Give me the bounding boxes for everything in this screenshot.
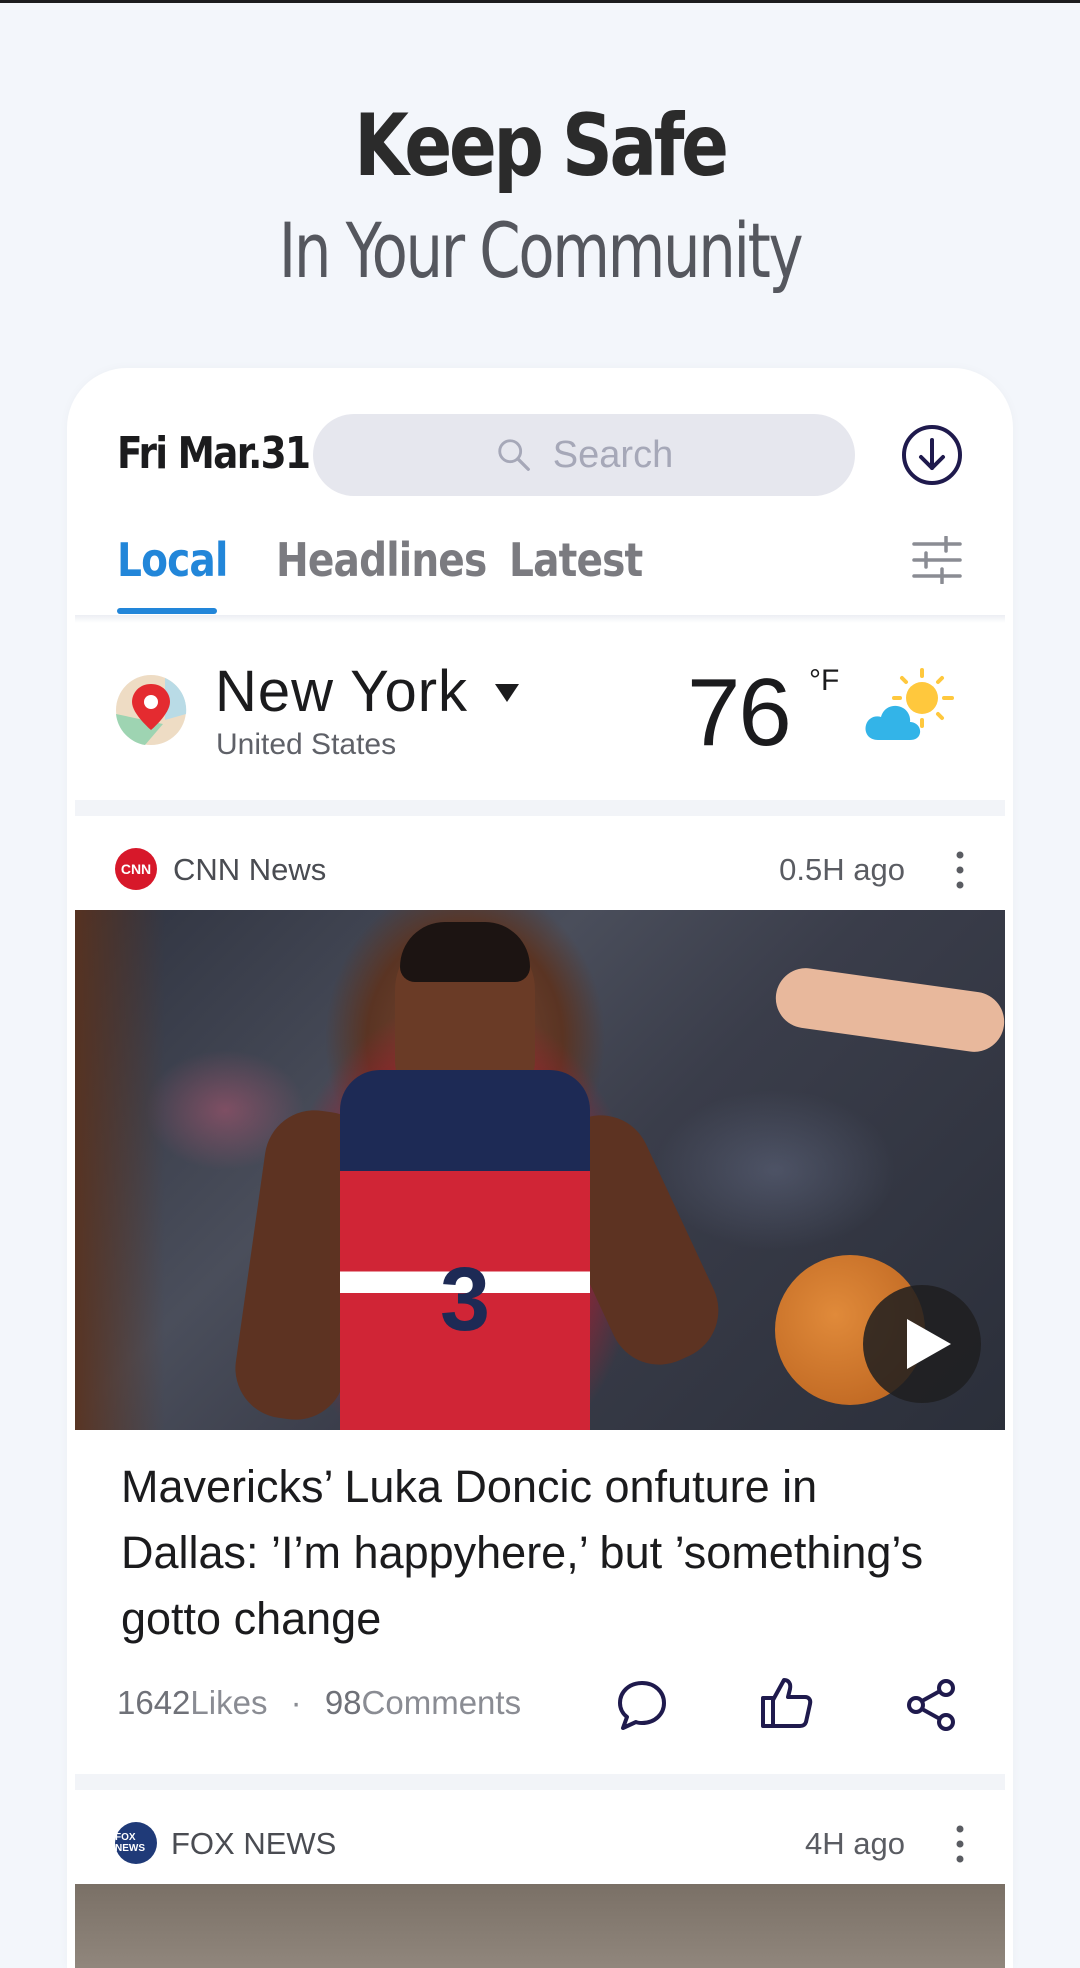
more-options-icon[interactable]	[955, 850, 965, 890]
filter-settings-icon[interactable]	[912, 536, 962, 584]
tab-latest[interactable]: Latest	[509, 533, 643, 587]
like-thumbs-up-icon[interactable]	[760, 1676, 814, 1730]
stats-separator: ·	[290, 1684, 302, 1721]
search-icon	[498, 439, 530, 471]
app-screen-card: Fri Mar.31 Search Local Headlines Latest…	[67, 368, 1013, 1968]
fox-news-logo-icon: FOX NEWS	[115, 1822, 157, 1864]
city-name[interactable]: New York	[215, 658, 468, 725]
search-bar[interactable]: Search	[313, 414, 855, 496]
news-source-name[interactable]: FOX NEWS	[171, 1826, 336, 1862]
comments-count: 98	[324, 1684, 362, 1721]
promo-title: Keep Safe	[354, 96, 729, 196]
city-dropdown-arrow-icon[interactable]	[495, 684, 519, 702]
left-player-arm	[75, 910, 165, 1430]
jersey-number: 3	[439, 1250, 491, 1350]
download-icon[interactable]	[901, 424, 963, 486]
news-source-name[interactable]: CNN News	[173, 852, 326, 888]
news-time-ago: 4H ago	[805, 1826, 905, 1861]
tab-bar: Local Headlines Latest	[117, 533, 967, 613]
location-map-pin-icon[interactable]	[115, 674, 187, 746]
country-name: United States	[216, 728, 397, 761]
news-headline[interactable]: Mavericks’ Luka Doncic onfuture in Dalla…	[121, 1454, 961, 1652]
share-icon[interactable]	[904, 1678, 958, 1732]
tab-local[interactable]: Local	[117, 533, 228, 587]
tab-headlines[interactable]: Headlines	[276, 533, 487, 587]
comment-icon[interactable]	[615, 1678, 669, 1732]
cnn-logo-icon: CNN	[115, 848, 157, 890]
more-options-icon[interactable]	[955, 1824, 965, 1864]
header-divider	[75, 615, 1005, 623]
section-separator	[75, 1774, 1005, 1790]
status-bar-edge	[0, 0, 1080, 3]
promo-subtitle: In Your Community	[278, 206, 804, 295]
news-video-thumbnail[interactable]: 3	[75, 910, 1005, 1430]
news-time-ago: 0.5H ago	[779, 852, 905, 887]
temperature-value: 76	[687, 659, 792, 766]
player-hair	[400, 922, 530, 982]
section-separator	[75, 800, 1005, 816]
temperature-unit: °F	[809, 664, 840, 697]
comments-label: Comments	[361, 1684, 522, 1721]
current-date: Fri Mar.31	[117, 428, 311, 479]
likes-label: Likes	[190, 1684, 268, 1721]
likes-count: 1642	[117, 1684, 191, 1721]
play-icon	[907, 1319, 951, 1369]
search-placeholder: Search	[552, 433, 674, 476]
partly-sunny-icon[interactable]	[862, 664, 962, 746]
active-tab-indicator	[117, 608, 217, 614]
play-video-button[interactable]	[863, 1285, 981, 1403]
news-image-thumbnail[interactable]	[75, 1884, 1005, 1968]
news-engagement-stats: 1642Likes · 98Comments	[117, 1684, 521, 1722]
